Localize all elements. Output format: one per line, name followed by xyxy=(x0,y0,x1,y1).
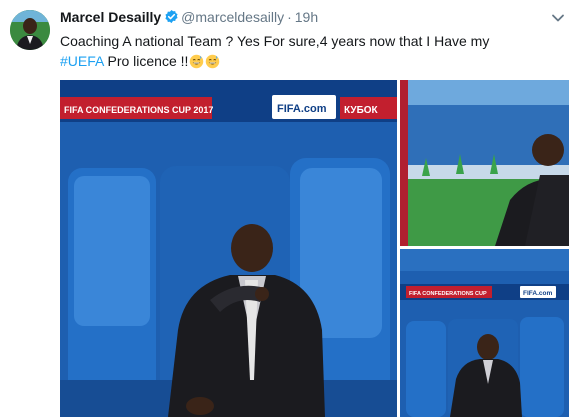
grinning-sweat-emoji-icon xyxy=(189,54,204,69)
timestamp[interactable]: 19h xyxy=(295,9,318,25)
tweet-text: Coaching A national Team ? Yes For sure,… xyxy=(60,31,540,71)
photo-bench[interactable]: FIFA CONFEDERATIONS CUP FIFA.com xyxy=(400,249,569,417)
small-banner-text-left: FIFA CONFEDERATIONS CUP xyxy=(409,291,487,297)
photo-main[interactable]: FIFA CONFEDERATIONS CUP 2017 FIFA.com КУ… xyxy=(60,80,397,417)
avatar[interactable] xyxy=(10,10,50,50)
verified-badge-icon xyxy=(164,9,179,27)
grinning-sweat-emoji-icon xyxy=(205,54,220,69)
tweet-text-line1: Coaching A national Team ? Yes For sure,… xyxy=(60,33,490,49)
hashtag-link[interactable]: #UEFA xyxy=(60,53,104,69)
tweet-header: Marcel Desailly @marceldesailly · 19h xyxy=(60,9,318,27)
banner-logo-text: FIFA.com xyxy=(277,103,327,115)
separator-dot: · xyxy=(287,9,292,25)
small-banner-logo-text: FIFA.com xyxy=(523,290,552,297)
banner-text-right: КУБОК xyxy=(344,105,379,116)
author-name[interactable]: Marcel Desailly xyxy=(60,9,161,25)
tweet-text-line2-rest: Pro licence !! xyxy=(103,53,189,69)
banner-text-left: FIFA CONFEDERATIONS CUP 2017 xyxy=(64,105,213,115)
tweet-text-line2: #UEFA Pro licence !! xyxy=(60,51,540,71)
avatar-image xyxy=(10,10,50,50)
media-grid: FIFA CONFEDERATIONS CUP 2017 FIFA.com КУ… xyxy=(60,80,569,417)
author-handle[interactable]: @marceldesailly xyxy=(181,9,284,25)
chevron-down-icon[interactable] xyxy=(550,10,566,26)
photo-stadium[interactable] xyxy=(400,80,569,246)
